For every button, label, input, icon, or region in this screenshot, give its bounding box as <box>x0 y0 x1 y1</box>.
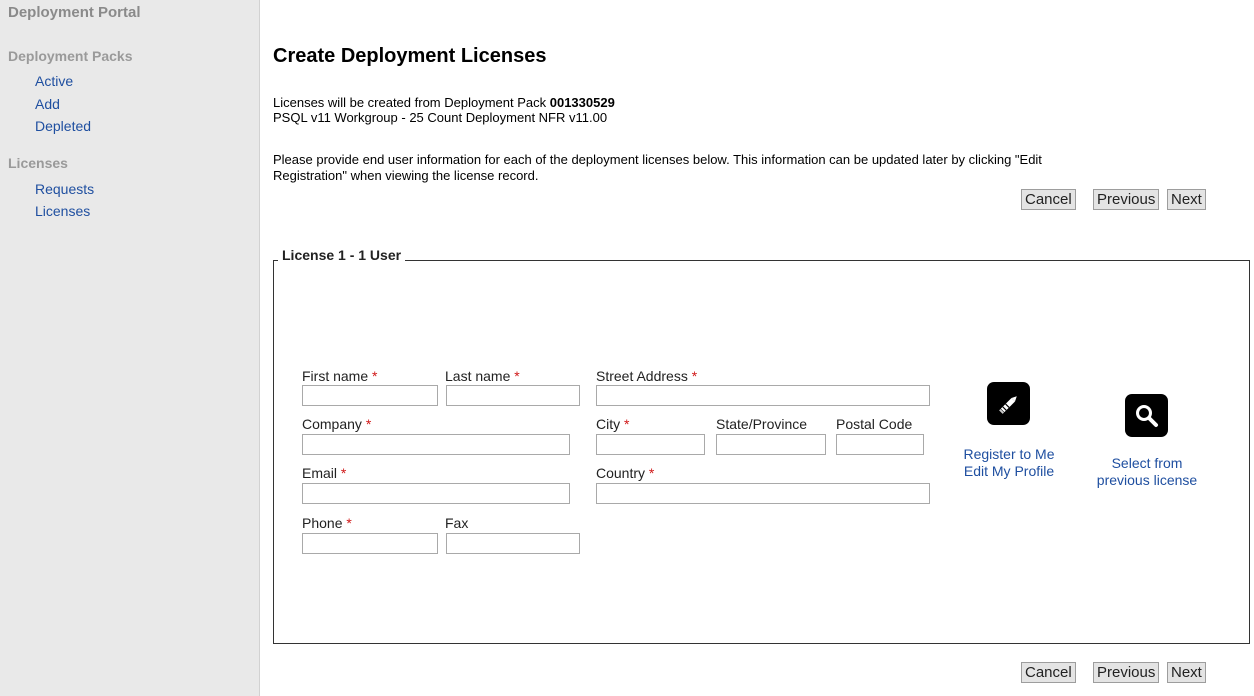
main-content: Create Deployment Licenses Licenses will… <box>261 0 1254 696</box>
next-button-top[interactable]: Next <box>1167 189 1206 210</box>
first-name-input[interactable] <box>302 385 438 406</box>
city-input[interactable] <box>596 434 705 455</box>
phone-label: Phone * <box>302 515 352 531</box>
last-name-input[interactable] <box>446 385 580 406</box>
postal-code-input[interactable] <box>836 434 924 455</box>
pencil-icon-glyph <box>998 395 1017 414</box>
pack-info: Licenses will be created from Deployment… <box>273 95 615 110</box>
previous-button-bottom[interactable]: Previous <box>1093 662 1160 683</box>
required-marker: * <box>514 368 520 384</box>
required-marker: * <box>691 368 698 384</box>
street-address-label: Street Address * <box>596 368 698 384</box>
required-marker: * <box>648 465 655 481</box>
sidebar-item-add[interactable]: Add <box>35 96 60 112</box>
magnifier-icon[interactable] <box>1125 394 1168 437</box>
cancel-button-top[interactable]: Cancel <box>1021 189 1076 210</box>
pack-description: PSQL v11 Workgroup - 25 Count Deployment… <box>273 110 608 125</box>
magnifier-icon-glyph <box>1135 404 1158 427</box>
page-title: Create Deployment Licenses <box>273 45 547 67</box>
sidebar-item-active[interactable]: Active <box>35 73 73 89</box>
instructions-line-1: Please provide end user information for … <box>273 152 1042 167</box>
instructions-line-2: Registration" when viewing the license r… <box>273 168 539 183</box>
section-title-deployment-packs: Deployment Packs <box>8 48 133 64</box>
select-previous-license-link[interactable]: Select from previous license <box>1085 455 1209 489</box>
license-legend: License 1 - 1 User <box>278 247 406 263</box>
required-marker: * <box>346 515 352 531</box>
required-marker: * <box>365 416 372 432</box>
email-input[interactable] <box>302 483 570 504</box>
sidebar-item-depleted[interactable]: Depleted <box>35 118 91 134</box>
country-label: Country * <box>596 465 655 481</box>
edit-my-profile-link[interactable]: Edit My Profile <box>951 463 1067 480</box>
required-marker: * <box>372 368 378 384</box>
fax-input[interactable] <box>446 533 580 554</box>
state-input[interactable] <box>716 434 826 455</box>
pack-prefix: Licenses will be created from Deployment… <box>273 95 550 110</box>
portal-title: Deployment Portal <box>8 4 141 21</box>
required-marker: * <box>340 465 347 481</box>
sidebar-item-licenses[interactable]: Licenses <box>35 203 90 219</box>
section-title-licenses: Licenses <box>8 155 68 171</box>
phone-input[interactable] <box>302 533 438 554</box>
fax-label: Fax <box>445 515 469 531</box>
required-marker: * <box>624 416 630 432</box>
sidebar-item-requests[interactable]: Requests <box>35 181 94 197</box>
email-label: Email * <box>302 465 347 481</box>
country-input[interactable] <box>596 483 930 504</box>
street-address-input[interactable] <box>596 385 930 406</box>
pencil-icon[interactable] <box>987 382 1030 425</box>
last-name-label: Last name * <box>445 368 520 384</box>
city-label: City * <box>596 416 630 432</box>
state-label: State/Province <box>716 416 808 432</box>
first-name-label: First name * <box>302 368 378 384</box>
postal-code-label: Postal Code <box>836 416 913 432</box>
next-button-bottom[interactable]: Next <box>1167 662 1206 683</box>
company-input[interactable] <box>302 434 570 455</box>
previous-button-top[interactable]: Previous <box>1093 189 1160 210</box>
company-label: Company * <box>302 416 372 432</box>
pack-number: 001330529 <box>549 95 615 110</box>
cancel-button-bottom[interactable]: Cancel <box>1021 662 1076 683</box>
register-to-me-link[interactable]: Register to Me Edit My Profile <box>951 446 1067 480</box>
sidebar: Deployment Portal Deployment Packs Activ… <box>0 0 260 696</box>
